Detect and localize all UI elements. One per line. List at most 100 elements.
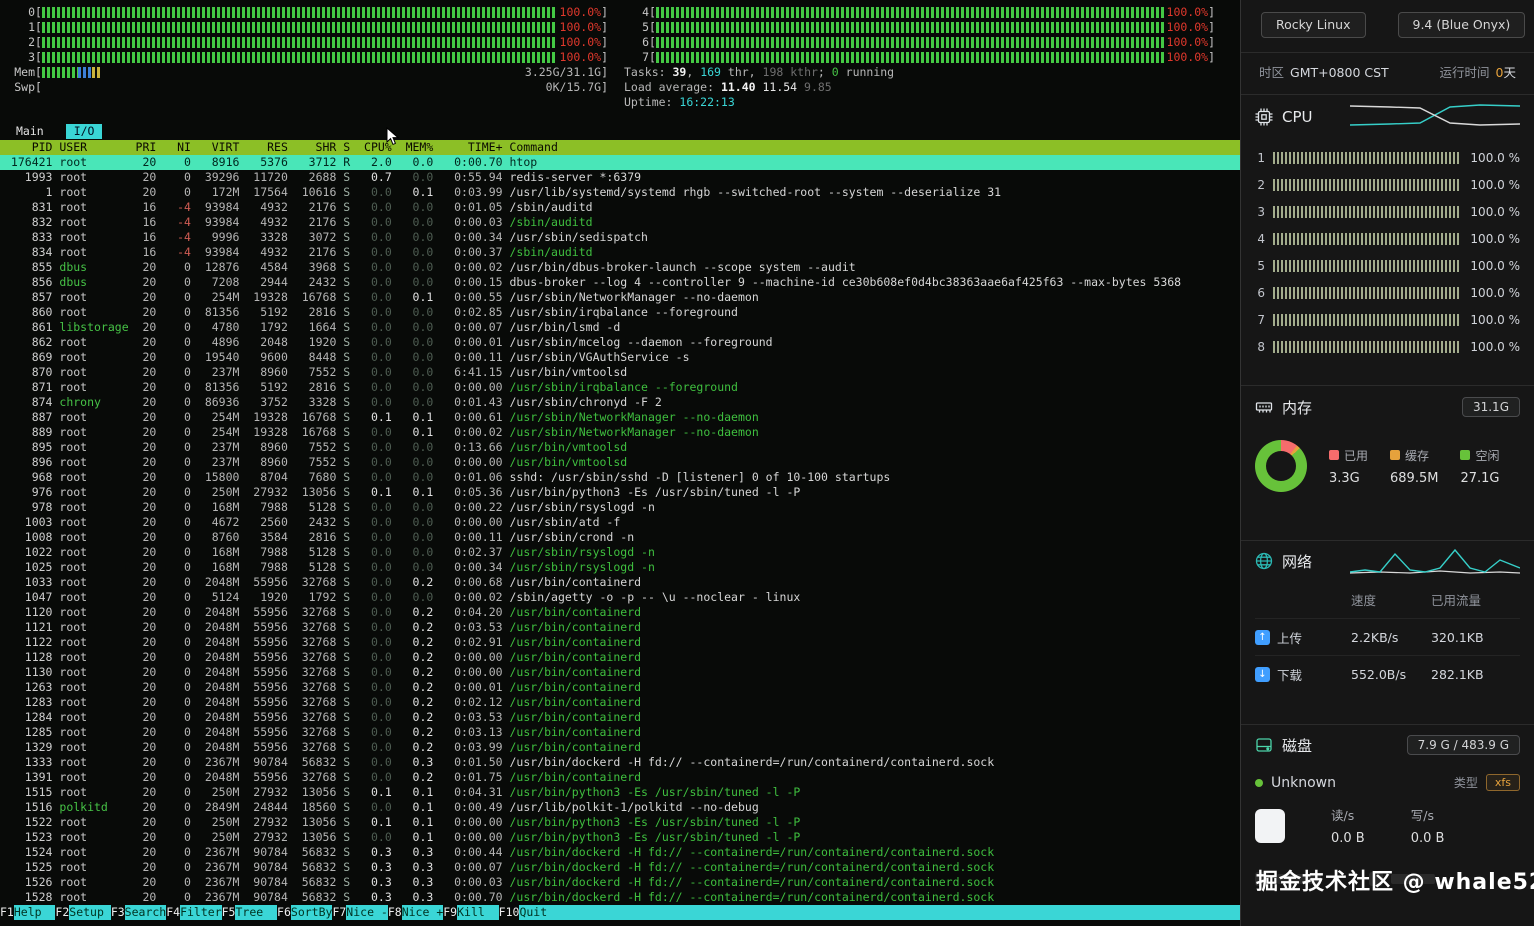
process-row[interactable]: 1391 root 20 0 2048M 55956 32768 S 0.0 0… — [0, 770, 1240, 785]
process-row[interactable]: 1524 root 20 0 2367M 90784 56832 S 0.3 0… — [0, 845, 1240, 860]
process-row[interactable]: 1333 root 20 0 2367M 90784 56832 S 0.0 0… — [0, 755, 1240, 770]
process-row[interactable]: 1283 root 20 0 2048M 55956 32768 S 0.0 0… — [0, 695, 1240, 710]
process-row[interactable]: 1526 root 20 0 2367M 90784 56832 S 0.3 0… — [0, 875, 1240, 890]
process-row[interactable]: 1522 root 20 0 250M 27932 13056 S 0.1 0.… — [0, 815, 1240, 830]
process-row[interactable]: 1025 root 20 0 168M 7988 5128 S 0.0 0.0 … — [0, 560, 1240, 575]
process-row[interactable]: 1047 root 20 0 5124 1920 1792 S 0.0 0.0 … — [0, 590, 1240, 605]
fkey-key[interactable]: F3 — [111, 905, 125, 920]
fkey-label[interactable]: Tree — [235, 905, 277, 920]
fkey-key[interactable]: F10 — [499, 905, 520, 920]
tab-io[interactable]: I/O — [66, 124, 103, 139]
process-row[interactable]: 978 root 20 0 168M 7988 5128 S 0.0 0.0 0… — [0, 500, 1240, 515]
network-section: 网络 速度 已用流量 ↑上传2.2KB/s320.1KB↓下载552.0B/s2… — [1241, 540, 1534, 692]
tasks-line: Tasks: 39, 169 thr, 198 kthr; 0 running — [624, 65, 1215, 80]
cpu-meter: 3[100.0%] — [10, 50, 608, 65]
disk-section: 磁盘 7.9 G / 483.9 G Unknown 类型xfs 读/s0.0 … — [1241, 724, 1534, 886]
cpu-core-row: 1100.0 % — [1255, 144, 1520, 171]
network-table-header: 速度 已用流量 — [1255, 582, 1520, 618]
process-row[interactable]: 1120 root 20 0 2048M 55956 32768 S 0.0 0… — [0, 605, 1240, 620]
process-row[interactable]: 831 root 16 -4 93984 4932 2176 S 0.0 0.0… — [0, 200, 1240, 215]
process-row[interactable]: 1528 root 20 0 2367M 90784 56832 S 0.3 0… — [0, 890, 1240, 905]
swap-meter-label: Swp — [10, 80, 35, 95]
process-row[interactable]: 1515 root 20 0 250M 27932 13056 S 0.1 0.… — [0, 785, 1240, 800]
process-row[interactable]: 1285 root 20 0 2048M 55956 32768 S 0.0 0… — [0, 725, 1240, 740]
process-row[interactable]: 1033 root 20 0 2048M 55956 32768 S 0.0 0… — [0, 575, 1240, 590]
process-table-header[interactable]: PID USER PRI NI VIRT RES SHR S CPU% MEM%… — [0, 140, 1240, 155]
process-row[interactable]: 1022 root 20 0 168M 7988 5128 S 0.0 0.0 … — [0, 545, 1240, 560]
process-row[interactable]: 874 chrony 20 0 86936 3752 3328 S 0.0 0.… — [0, 395, 1240, 410]
process-row[interactable]: 1516 polkitd 20 0 2849M 24844 18560 S 0.… — [0, 800, 1240, 815]
fkey-key[interactable]: F8 — [388, 905, 402, 920]
fkey-label[interactable]: Kill — [457, 905, 499, 920]
network-rows: ↑上传2.2KB/s320.1KB↓下载552.0B/s282.1KB — [1255, 618, 1520, 692]
process-row[interactable]: 870 root 20 0 237M 8960 7552 S 0.0 0.0 6… — [0, 365, 1240, 380]
os-name-button[interactable]: Rocky Linux — [1261, 12, 1366, 38]
process-row[interactable]: 1329 root 20 0 2048M 55956 32768 S 0.0 0… — [0, 740, 1240, 755]
cpu-core-bar — [1273, 206, 1460, 218]
process-row[interactable]: 857 root 20 0 254M 19328 16768 S 0.0 0.1… — [0, 290, 1240, 305]
process-row[interactable]: 1525 root 20 0 2367M 90784 56832 S 0.3 0… — [0, 860, 1240, 875]
process-row[interactable]: 1128 root 20 0 2048M 55956 32768 S 0.0 0… — [0, 650, 1240, 665]
process-row[interactable]: 833 root 16 -4 9996 3328 3072 S 0.0 0.0 … — [0, 230, 1240, 245]
fkey-label[interactable]: Search — [125, 905, 167, 920]
process-row[interactable]: 1 root 20 0 172M 17564 10616 S 0.0 0.1 0… — [0, 185, 1240, 200]
process-row[interactable]: 1263 root 20 0 2048M 55956 32768 S 0.0 0… — [0, 680, 1240, 695]
process-row[interactable]: 896 root 20 0 237M 8960 7552 S 0.0 0.0 0… — [0, 455, 1240, 470]
fkey-key[interactable]: F9 — [443, 905, 457, 920]
process-row[interactable]: 1122 root 20 0 2048M 55956 32768 S 0.0 0… — [0, 635, 1240, 650]
cpu-title: CPU — [1282, 108, 1313, 126]
meters-left-column: 0[100.0%]1[100.0%]2[100.0%]3[100.0%] Mem… — [10, 5, 608, 95]
process-row[interactable]: 869 root 20 0 19540 9600 8448 S 0.0 0.0 … — [0, 350, 1240, 365]
cpu-core-row: 8100.0 % — [1255, 333, 1520, 360]
process-row[interactable]: 860 root 20 0 81356 5192 2816 S 0.0 0.0 … — [0, 305, 1240, 320]
os-version-button[interactable]: 9.4 (Blue Onyx) — [1398, 12, 1526, 38]
fkey-key[interactable]: F1 — [0, 905, 14, 920]
process-row[interactable]: 1121 root 20 0 2048M 55956 32768 S 0.0 0… — [0, 620, 1240, 635]
cpu-meter: 6[100.0%] — [624, 35, 1215, 50]
memory-title: 内存 — [1282, 397, 1312, 418]
fkey-key[interactable]: F2 — [55, 905, 69, 920]
process-row[interactable]: 834 root 16 -4 93984 4932 2176 S 0.0 0.0… — [0, 245, 1240, 260]
process-row[interactable]: 871 root 20 0 81356 5192 2816 S 0.0 0.0 … — [0, 380, 1240, 395]
cpu-sparkline — [1350, 98, 1520, 136]
uptime-label: 运行时间 — [1440, 65, 1490, 80]
process-row[interactable]: 861 libstorage 20 0 4780 1792 1664 S 0.0… — [0, 320, 1240, 335]
process-row[interactable]: 176421 root 20 0 8916 5376 3712 R 2.0 0.… — [0, 155, 1240, 170]
fkey-key[interactable]: F7 — [332, 905, 346, 920]
tab-main[interactable]: Main — [10, 124, 50, 139]
htop-terminal: 0[100.0%]1[100.0%]2[100.0%]3[100.0%] Mem… — [0, 0, 1240, 926]
cpu-core-row: 7100.0 % — [1255, 306, 1520, 333]
fkey-key[interactable]: F4 — [166, 905, 180, 920]
process-row[interactable]: 1130 root 20 0 2048M 55956 32768 S 0.0 0… — [0, 665, 1240, 680]
mouse-cursor — [386, 127, 399, 146]
disk-stat: 读/s0.0 B — [1331, 805, 1365, 846]
fkey-label[interactable]: Nice - — [346, 905, 388, 920]
process-row[interactable]: 895 root 20 0 237M 8960 7552 S 0.0 0.0 0… — [0, 440, 1240, 455]
fkey-label[interactable]: Filter — [180, 905, 222, 920]
process-row[interactable]: 889 root 20 0 254M 19328 16768 S 0.0 0.1… — [0, 425, 1240, 440]
fkey-label[interactable]: Setup — [69, 905, 111, 920]
fkey-label[interactable]: Nice + — [402, 905, 444, 920]
process-row[interactable]: 862 root 20 0 4896 2048 1920 S 0.0 0.0 0… — [0, 335, 1240, 350]
disk-usage-indicator — [1255, 809, 1285, 843]
fkey-key[interactable]: F5 — [222, 905, 236, 920]
process-row[interactable]: 1523 root 20 0 250M 27932 13056 S 0.0 0.… — [0, 830, 1240, 845]
process-row[interactable]: 968 root 20 0 15800 8704 7680 S 0.0 0.0 … — [0, 470, 1240, 485]
process-row[interactable]: 1008 root 20 0 8760 3584 2816 S 0.0 0.0 … — [0, 530, 1240, 545]
process-row[interactable]: 856 dbus 20 0 7208 2944 2432 S 0.0 0.0 0… — [0, 275, 1240, 290]
process-row[interactable]: 1993 root 20 0 39296 11720 2688 S 0.7 0.… — [0, 170, 1240, 185]
fkey-label[interactable]: Help — [14, 905, 56, 920]
process-row[interactable]: 976 root 20 0 250M 27932 13056 S 0.1 0.1… — [0, 485, 1240, 500]
cpu-core-bar — [1273, 152, 1460, 164]
cpu-core-row: 2100.0 % — [1255, 171, 1520, 198]
fkey-label[interactable]: Quit — [519, 905, 1240, 920]
process-row[interactable]: 1284 root 20 0 2048M 55956 32768 S 0.0 0… — [0, 710, 1240, 725]
process-row[interactable]: 1003 root 20 0 4672 2560 2432 S 0.0 0.0 … — [0, 515, 1240, 530]
fkey-label[interactable]: SortBy — [291, 905, 333, 920]
process-row[interactable]: 887 root 20 0 254M 19328 16768 S 0.1 0.1… — [0, 410, 1240, 425]
fkey-key[interactable]: F6 — [277, 905, 291, 920]
process-row[interactable]: 832 root 16 -4 93984 4932 2176 S 0.0 0.0… — [0, 215, 1240, 230]
cpu-meter: 2[100.0%] — [10, 35, 608, 50]
cpu-meter: 7[100.0%] — [624, 50, 1215, 65]
process-row[interactable]: 855 dbus 20 0 12876 4584 3968 S 0.0 0.0 … — [0, 260, 1240, 275]
